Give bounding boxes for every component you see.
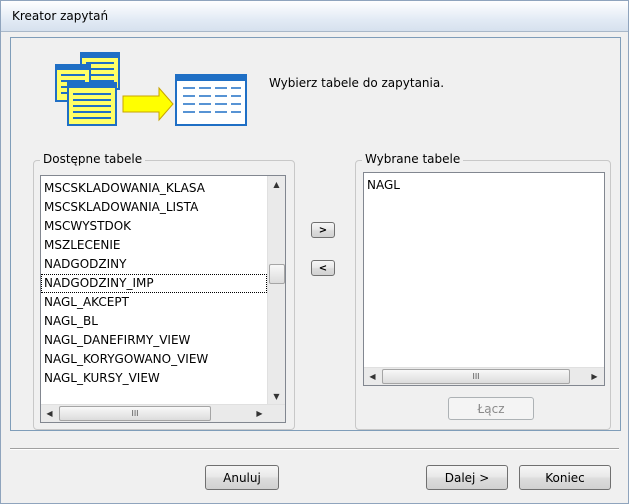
scroll-thumb[interactable]: III [382,369,570,384]
remove-table-button[interactable]: < [311,260,335,276]
list-item[interactable]: MSCSKLADOWANIA_LISTA [41,198,267,217]
title-bar: Kreator zapytań [1,1,628,32]
scroll-right-icon[interactable]: ▶ [586,368,603,385]
list-item[interactable]: NAGL_DANEFIRMY_VIEW [41,331,267,350]
list-item[interactable]: NADGODZINY [41,255,267,274]
selected-tables-label: Wybrane tabele [362,152,464,166]
available-horizontal-scrollbar[interactable]: ◀ III ▶ [41,404,285,422]
scroll-left-icon[interactable]: ◀ [41,405,58,422]
available-tables-label: Dostępne tabele [40,152,146,166]
add-table-button[interactable]: > [311,222,335,238]
list-item[interactable]: MSCSKLADOWANIA_KLASA [41,179,267,198]
available-vertical-scrollbar[interactable]: ▲ ▼ [267,176,285,405]
available-tables-group: Dostępne tabele MSCSKLADOWANIA_KLASA MSCS… [33,152,295,430]
scroll-thumb[interactable]: III [59,406,211,421]
join-button[interactable]: Łącz [448,397,534,420]
list-item[interactable]: NADGODZINY_IMP [41,274,267,293]
selected-tables-group: Wybrane tabele NAGL ◀ III ▶ Łącz [355,152,611,430]
footer-separator [10,448,619,450]
next-button[interactable]: Dalej > [426,465,508,490]
selected-tables-list[interactable]: NAGL ◀ III ▶ [363,172,605,386]
wizard-content: Wybierz tabele do zapytania. Dostępne ta… [10,37,621,431]
list-item[interactable]: MSCWYSTDOK [41,217,267,236]
available-items: MSCSKLADOWANIA_KLASA MSCSKLADOWANIA_LISTA… [41,179,267,388]
list-item[interactable]: NAGL_BL [41,312,267,331]
scroll-up-icon[interactable]: ▲ [268,176,285,193]
tables-illustration-icon [55,52,247,126]
selected-horizontal-scrollbar[interactable]: ◀ III ▶ [364,367,604,385]
instruction-text: Wybierz tabele do zapytania. [269,76,445,90]
list-item[interactable]: NAGL_KURSY_VIEW [41,369,267,388]
list-item[interactable]: NAGL_KORYGOWANO_VIEW [41,350,267,369]
window-title: Kreator zapytań [12,9,109,23]
list-item[interactable]: NAGL_AKCEPT [41,293,267,312]
query-wizard-window: Kreator zapytań Wybierz tabele do zapyta… [0,0,629,504]
list-item[interactable]: NAGL [364,176,594,195]
finish-button[interactable]: Koniec [519,465,611,490]
scroll-right-icon[interactable]: ▶ [251,405,268,422]
scroll-down-icon[interactable]: ▼ [268,388,285,405]
cancel-button[interactable]: Anuluj [205,465,279,490]
selected-items: NAGL [364,176,594,195]
available-tables-list[interactable]: MSCSKLADOWANIA_KLASA MSCSKLADOWANIA_LISTA… [40,175,286,423]
scroll-thumb[interactable] [269,264,285,284]
scroll-left-icon[interactable]: ◀ [364,368,381,385]
list-item[interactable]: MSZLECENIE [41,236,267,255]
